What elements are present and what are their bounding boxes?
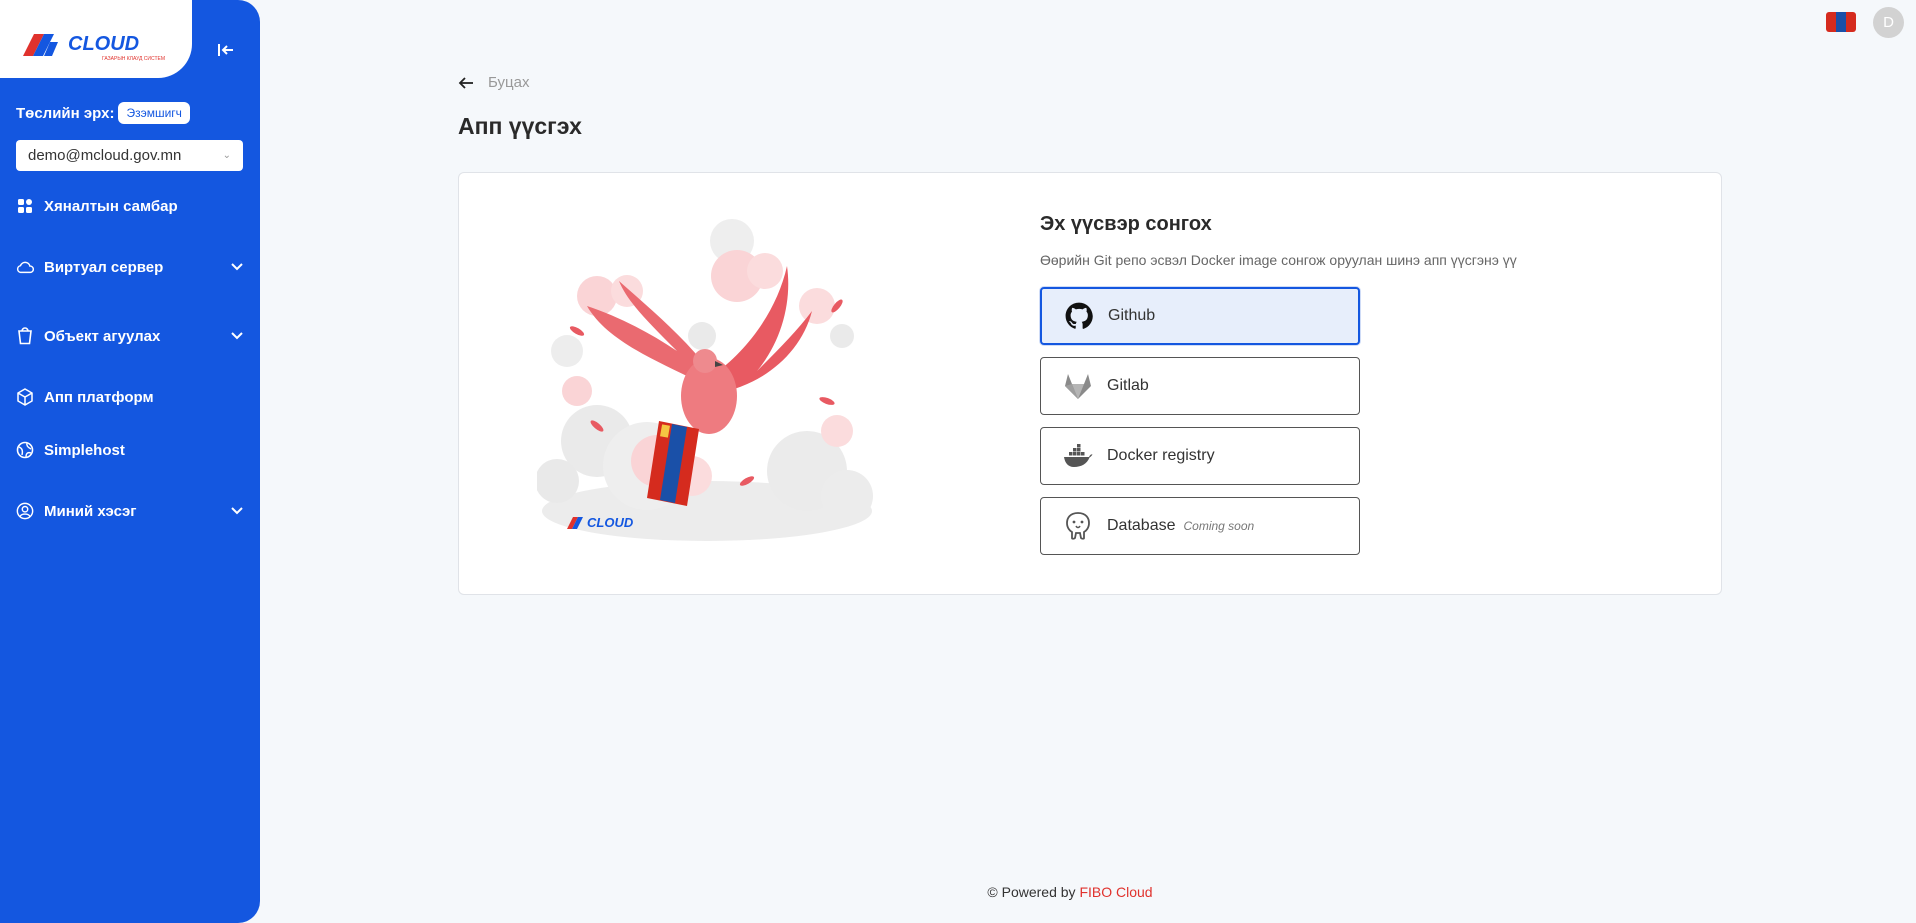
eagle-illustration: CLOUD: [537, 219, 873, 541]
sidebar-item-label: Апп платформ: [44, 388, 154, 406]
chevron-down-icon: [230, 504, 244, 518]
cloud-logo[interactable]: CLOUD ГАЗАРЫН КЛАУД СИСТЕМ: [20, 28, 170, 64]
role-row: Төслийн эрх: Эзэмшигч: [16, 102, 190, 124]
sidebar-item-label: Миний хэсэг: [44, 502, 137, 520]
github-icon: [1064, 301, 1094, 331]
source-option-label: Github: [1108, 307, 1156, 324]
illustration-logo-text: CLOUD: [587, 515, 634, 530]
source-option-gitlab[interactable]: Gitlab: [1040, 357, 1360, 415]
sidebar-item-label: Хяналтын самбар: [44, 197, 178, 215]
coming-soon-badge: Coming soon: [1183, 519, 1255, 533]
sidebar-item-simplehost[interactable]: Simplehost: [16, 435, 244, 465]
flag-stripe: [1836, 12, 1846, 32]
chevron-down-icon: [230, 329, 244, 343]
source-option-github[interactable]: Github: [1040, 287, 1360, 345]
postgres-icon: [1063, 511, 1093, 541]
arrow-left-icon: [458, 76, 473, 89]
sidebar-item-label: Виртуал сервер: [44, 258, 164, 276]
sidebar-item-label: Объект агуулах: [44, 327, 161, 345]
dashboard-icon: [16, 197, 34, 215]
source-option-label: Gitlab: [1107, 377, 1149, 394]
footer: © Powered by FIBO Cloud: [0, 884, 1916, 900]
sidebar-item-label: Simplehost: [44, 441, 125, 459]
source-option-database[interactable]: Database Coming soon: [1040, 497, 1360, 555]
collapse-sidebar-button[interactable]: [192, 22, 260, 78]
chevron-down-icon: ⌄: [222, 150, 231, 161]
source-option-docker[interactable]: Docker registry: [1040, 427, 1360, 485]
account-select[interactable]: demo@mcloud.gov.mn ⌄: [16, 140, 243, 171]
sidebar-item-app-platform[interactable]: Апп платформ: [16, 382, 244, 412]
sidebar-item-virtual-server[interactable]: Виртуал сервер: [16, 252, 244, 282]
logo-text: CLOUD: [68, 33, 139, 55]
flag-stripe: [1846, 12, 1856, 32]
box-icon: [16, 388, 34, 406]
page-title: Апп үүсгэх: [458, 113, 582, 139]
bucket-icon: [16, 327, 34, 345]
footer-brand-link[interactable]: FIBO Cloud: [1079, 884, 1152, 900]
chevron-down-icon: [230, 260, 244, 274]
avatar[interactable]: D: [1873, 7, 1904, 38]
source-option-label: Database: [1107, 517, 1176, 534]
sidebar: CLOUD ГАЗАРЫН КЛАУД СИСТЕМ Төслийн эрх: …: [0, 0, 260, 923]
source-option-label: Docker registry: [1107, 447, 1215, 464]
source-subtitle: Өөрийн Git репо эсвэл Docker image сонго…: [1040, 252, 1517, 268]
collapse-icon: [218, 44, 233, 56]
gitlab-icon: [1063, 371, 1093, 401]
language-flag-icon[interactable]: [1826, 12, 1856, 32]
back-label: Буцах: [488, 74, 530, 91]
user-icon: [16, 502, 34, 520]
sidebar-item-my-section[interactable]: Миний хэсэг: [16, 496, 244, 526]
sidebar-item-dashboard[interactable]: Хяналтын самбар: [16, 191, 244, 221]
role-badge: Эзэмшигч: [118, 102, 190, 124]
docker-icon: [1063, 441, 1093, 471]
source-title: Эх үүсвэр сонгох: [1040, 213, 1212, 235]
role-label: Төслийн эрх:: [16, 104, 115, 122]
flag-stripe: [1826, 12, 1836, 32]
logo-tab: CLOUD ГАЗАРЫН КЛАУД СИСТЕМ: [0, 0, 192, 78]
create-app-card: CLOUD Эх үүсвэр сонгох Өөрийн Git репо э…: [458, 172, 1722, 595]
sidebar-item-object-storage[interactable]: Объект агуулах: [16, 321, 244, 351]
logo-tagline: ГАЗАРЫН КЛАУД СИСТЕМ: [102, 56, 165, 62]
back-button[interactable]: Буцах: [458, 74, 529, 91]
globe-icon: [16, 441, 34, 459]
footer-prefix: © Powered by: [987, 884, 1076, 900]
account-value: demo@mcloud.gov.mn: [28, 147, 182, 164]
cloud-icon: [16, 258, 34, 276]
